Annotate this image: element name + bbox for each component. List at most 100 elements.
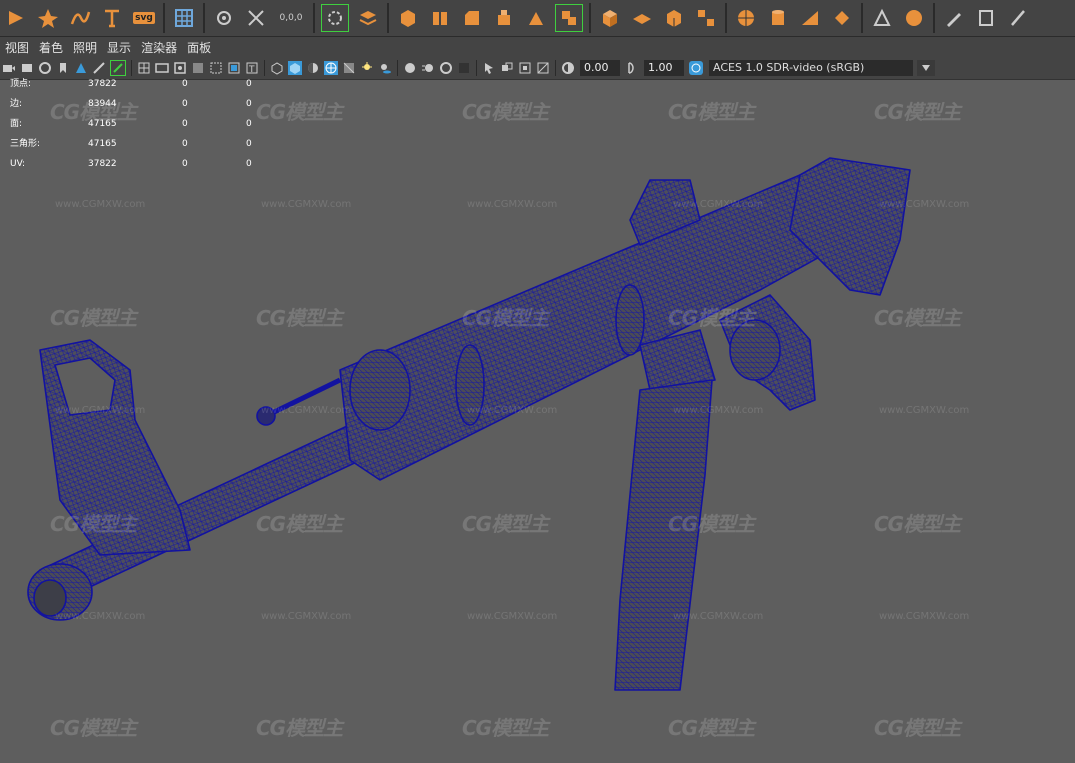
- shelf-extrude-icon[interactable]: [491, 5, 517, 31]
- depth-of-field-icon[interactable]: [457, 61, 471, 75]
- shelf-cylinder-icon[interactable]: [765, 5, 791, 31]
- shelf-frame-icon[interactable]: [973, 5, 999, 31]
- film-gate-icon[interactable]: [155, 61, 169, 75]
- watermark-logo: CG模型主: [462, 306, 549, 330]
- menu-panels[interactable]: 面板: [182, 39, 216, 56]
- image-plane-icon[interactable]: [74, 61, 88, 75]
- toolbar-separator: [131, 60, 132, 76]
- watermark-logo: CG模型主: [256, 306, 343, 330]
- grid-icon[interactable]: [137, 61, 151, 75]
- menu-renderer[interactable]: 渲染器: [136, 39, 182, 56]
- shelf-flip-icon[interactable]: [797, 5, 823, 31]
- handguard-ring: [615, 284, 645, 356]
- wireframe-icon[interactable]: [270, 61, 284, 75]
- shelf-ball-icon[interactable]: [901, 5, 927, 31]
- shelf-grid-icon[interactable]: [171, 5, 197, 31]
- safe-action-icon[interactable]: [227, 61, 241, 75]
- shelf-bevel-icon[interactable]: [459, 5, 485, 31]
- shelf-svg-icon[interactable]: svg: [131, 5, 157, 31]
- shelf-cube-icon[interactable]: [597, 5, 623, 31]
- stock: [789, 157, 911, 296]
- shadows-icon[interactable]: [378, 61, 392, 75]
- watermark-logo: CG模型主: [874, 716, 961, 740]
- watermark-logo: CG模型主: [50, 100, 137, 124]
- 2d-pan-icon[interactable]: [92, 61, 106, 75]
- field-chart-icon[interactable]: [209, 61, 223, 75]
- xray-active-icon[interactable]: [518, 61, 532, 75]
- viewport-model[interactable]: [0, 80, 1075, 763]
- watermark-logo: CG模型主: [462, 100, 549, 124]
- shelf-poly-cube-icon[interactable]: [395, 5, 421, 31]
- wireframe-on-shaded-icon[interactable]: [324, 61, 338, 75]
- menu-lighting[interactable]: 照明: [68, 39, 102, 56]
- camera-lock-icon[interactable]: [38, 61, 52, 75]
- color-management-icon[interactable]: [689, 61, 703, 75]
- panel-menu-bar: 视图 着色 照明 显示 渲染器 面板: [0, 37, 1075, 57]
- isolate-select-icon[interactable]: [482, 61, 496, 75]
- shelf-text-icon[interactable]: [99, 5, 125, 31]
- grease-pencil-icon[interactable]: [110, 60, 126, 76]
- watermark-logo: CG模型主: [50, 716, 137, 740]
- shelf-pivot-icon[interactable]: [211, 5, 237, 31]
- shelf-bridge-icon[interactable]: [523, 5, 549, 31]
- shelf-pen-icon[interactable]: [941, 5, 967, 31]
- shelf-mirror-icon[interactable]: [829, 5, 855, 31]
- exposure-field[interactable]: 0.00: [580, 60, 620, 76]
- toolbar-separator: [476, 60, 477, 76]
- default-material-icon[interactable]: [306, 61, 320, 75]
- anti-aliasing-icon[interactable]: [439, 61, 453, 75]
- shelf-separator: [861, 3, 863, 33]
- camera-attributes-icon[interactable]: [20, 61, 34, 75]
- exposure-icon[interactable]: [561, 61, 575, 75]
- shelf-cut-icon[interactable]: [3, 5, 29, 31]
- shelf-pieces-icon[interactable]: [693, 5, 719, 31]
- xray-joints-icon[interactable]: [500, 61, 514, 75]
- shelf-reset-coords[interactable]: 0,0,0: [275, 5, 307, 31]
- watermark-url: www.CGMXW.com: [261, 405, 352, 416]
- shelf-lasso-icon[interactable]: [321, 4, 349, 32]
- ambient-occlusion-icon[interactable]: [403, 61, 417, 75]
- shelf-brush-icon[interactable]: [1005, 5, 1031, 31]
- gate-mask-icon[interactable]: [191, 61, 205, 75]
- shelf-measure-icon[interactable]: [869, 5, 895, 31]
- gamma-icon[interactable]: [625, 61, 639, 75]
- select-camera-icon[interactable]: [2, 61, 16, 75]
- shelf-combine-icon[interactable]: [555, 4, 583, 32]
- shelf-sphere-icon[interactable]: [733, 5, 759, 31]
- shelf-freeze-icon[interactable]: [243, 5, 269, 31]
- watermark-url: www.CGMXW.com: [673, 199, 764, 210]
- shelf-poly-split-icon[interactable]: [427, 5, 453, 31]
- bookmark-icon[interactable]: [56, 61, 70, 75]
- menu-shading[interactable]: 着色: [34, 39, 68, 56]
- smooth-shade-icon[interactable]: [288, 61, 302, 75]
- safe-title-icon[interactable]: T: [245, 61, 259, 75]
- shelf-separator: [163, 3, 165, 33]
- menu-view[interactable]: 视图: [0, 39, 34, 56]
- watermark-url: www.CGMXW.com: [879, 405, 970, 416]
- coords-label: 0,0,0: [279, 13, 303, 23]
- toolbar-separator: [264, 60, 265, 76]
- watermark-logo: CG模型主: [668, 716, 755, 740]
- svg-text:T: T: [248, 65, 255, 75]
- watermark-logo: CG模型主: [50, 306, 137, 330]
- xray-icon[interactable]: [342, 61, 356, 75]
- watermark-logo: CG模型主: [256, 512, 343, 536]
- backface-culling-icon[interactable]: [536, 61, 550, 75]
- toolbar-separator: [397, 60, 398, 76]
- watermark-logo: CG模型主: [668, 306, 755, 330]
- resolution-gate-icon[interactable]: [173, 61, 187, 75]
- watermark-url: www.CGMXW.com: [467, 199, 558, 210]
- color-space-dropdown[interactable]: ACES 1.0 SDR-video (sRGB): [709, 60, 935, 76]
- shelf-star-icon[interactable]: [35, 5, 61, 31]
- use-lights-icon[interactable]: [360, 61, 374, 75]
- menu-show[interactable]: 显示: [102, 39, 136, 56]
- shelf-box-icon[interactable]: [661, 5, 687, 31]
- chevron-down-icon[interactable]: [917, 60, 935, 76]
- watermark-url: www.CGMXW.com: [55, 405, 146, 416]
- shelf-layers-icon[interactable]: [355, 5, 381, 31]
- watermark-logo: CG模型主: [256, 100, 343, 124]
- motion-blur-icon[interactable]: [421, 61, 435, 75]
- shelf-curve-icon[interactable]: [67, 5, 93, 31]
- shelf-plane-icon[interactable]: [629, 5, 655, 31]
- gamma-field[interactable]: 1.00: [644, 60, 684, 76]
